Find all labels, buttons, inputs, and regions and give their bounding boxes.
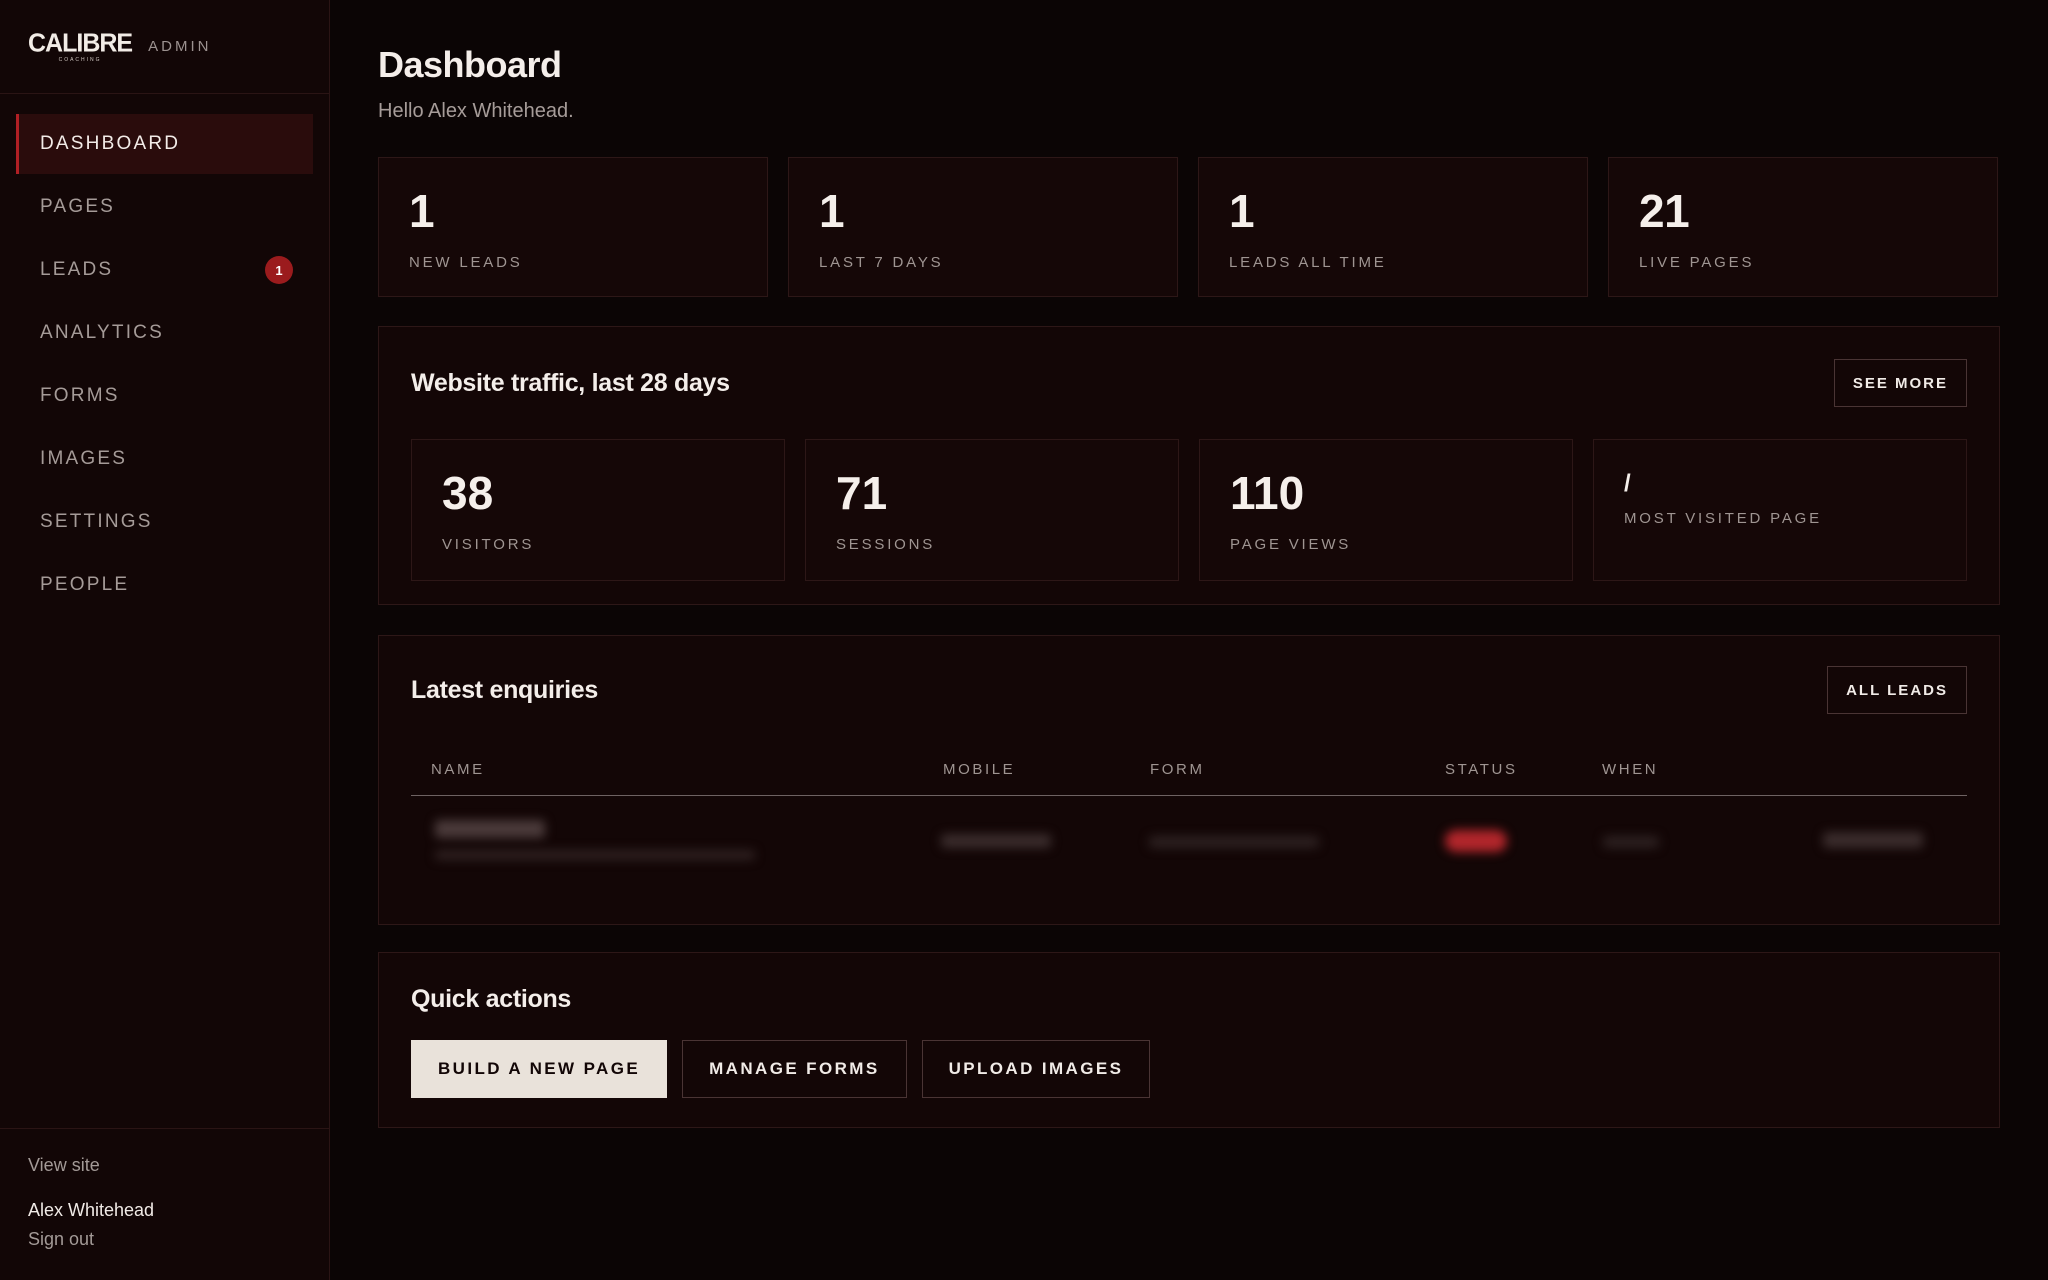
sidebar-item-label: LEADS xyxy=(40,259,114,280)
stat-card-last-7-days: 1 LAST 7 DAYS xyxy=(788,157,1178,297)
metric-label: PAGE VIEWS xyxy=(1230,536,1352,553)
enquiries-panel-header: Latest enquiries ALL LEADS xyxy=(411,636,1967,744)
sidebar-item-settings[interactable]: SETTINGS xyxy=(16,492,313,552)
logo-wordmark: CALIBRE xyxy=(28,27,133,58)
blurred-row-action xyxy=(1823,832,1923,848)
sidebar-item-forms[interactable]: FORMS xyxy=(16,366,313,426)
leads-count-badge: 1 xyxy=(265,256,293,284)
stat-card-live-pages: 21 LIVE PAGES xyxy=(1608,157,1998,297)
metric-card-visitors: 38 VISITORS xyxy=(411,439,785,581)
see-more-button[interactable]: SEE MORE xyxy=(1833,359,1967,407)
page-title: Dashboard xyxy=(378,44,562,85)
all-leads-button[interactable]: ALL LEADS xyxy=(1827,666,1967,714)
metric-value: 38 xyxy=(442,467,494,519)
metric-label: VISITORS xyxy=(442,536,535,553)
sidebar-item-analytics[interactable]: ANALYTICS xyxy=(16,303,313,363)
manage-forms-button[interactable]: MANAGE FORMS xyxy=(682,1040,907,1098)
sidebar-nav: DASHBOARD PAGES LEADS 1 ANALYTICS FORMS … xyxy=(0,94,329,615)
traffic-title: Website traffic, last 28 days xyxy=(411,368,730,397)
stat-label: LEADS ALL TIME xyxy=(1229,254,1387,271)
column-header-mobile: MOBILE xyxy=(943,761,1016,778)
traffic-panel-header: Website traffic, last 28 days SEE MORE xyxy=(411,327,1967,439)
sidebar-item-dashboard[interactable]: DASHBOARD xyxy=(16,114,313,174)
metric-value: / xyxy=(1624,470,1631,497)
view-site-link[interactable]: View site xyxy=(28,1155,301,1176)
sidebar-item-images[interactable]: IMAGES xyxy=(16,429,313,489)
sidebar: CALIBRE COACHING ADMIN DASHBOARD PAGES L… xyxy=(0,0,330,1280)
brand-header: CALIBRE COACHING ADMIN xyxy=(0,0,329,94)
sidebar-item-label: IMAGES xyxy=(40,448,128,469)
latest-enquiries-panel: Latest enquiries ALL LEADS NAME MOBILE F… xyxy=(378,635,2000,925)
table-row[interactable] xyxy=(411,796,1967,896)
sidebar-item-label: PEOPLE xyxy=(40,574,130,595)
metric-value: 71 xyxy=(836,467,888,519)
blurred-lead-detail xyxy=(435,850,755,860)
sidebar-item-label: DASHBOARD xyxy=(40,133,181,154)
stat-value: 1 xyxy=(409,185,435,237)
stat-label: LIVE PAGES xyxy=(1639,254,1755,271)
stat-card-leads-all-time: 1 LEADS ALL TIME xyxy=(1198,157,1588,297)
admin-tag: ADMIN xyxy=(148,38,212,55)
metric-card-sessions: 71 SESSIONS xyxy=(805,439,1179,581)
build-new-page-button[interactable]: BUILD A NEW PAGE xyxy=(411,1040,668,1098)
logo-subtitle: COACHING xyxy=(58,56,102,63)
column-header-status: STATUS xyxy=(1445,761,1518,778)
sidebar-item-people[interactable]: PEOPLE xyxy=(16,555,313,615)
metric-card-page-views: 110 PAGE VIEWS xyxy=(1199,439,1573,581)
blurred-status-badge xyxy=(1445,830,1507,852)
stat-value: 1 xyxy=(819,185,845,237)
sidebar-item-label: ANALYTICS xyxy=(40,322,164,343)
stat-value: 1 xyxy=(1229,185,1255,237)
stat-value: 21 xyxy=(1639,185,1690,237)
main-content: Dashboard Hello Alex Whitehead. 1 NEW LE… xyxy=(378,0,2000,1128)
greeting-text: Hello Alex Whitehead. xyxy=(378,100,574,122)
enquiries-table-header: NAME MOBILE FORM STATUS WHEN xyxy=(411,744,1967,796)
upload-images-button[interactable]: UPLOAD IMAGES xyxy=(921,1040,1151,1098)
current-user-name: Alex Whitehead xyxy=(28,1200,155,1220)
traffic-metrics: 38 VISITORS 71 SESSIONS 110 PAGE VIEWS /… xyxy=(411,439,1967,581)
metric-label: SESSIONS xyxy=(836,536,936,553)
blurred-mobile xyxy=(941,834,1051,848)
sidebar-item-label: SETTINGS xyxy=(40,511,153,532)
metric-value: 110 xyxy=(1230,467,1305,519)
metric-label: MOST VISITED PAGE xyxy=(1624,510,1822,527)
sidebar-footer: View site Alex Whitehead Sign out xyxy=(0,1128,329,1280)
blurred-when xyxy=(1603,836,1659,848)
calibre-logo[interactable]: CALIBRE COACHING xyxy=(28,27,133,63)
column-header-form: FORM xyxy=(1150,761,1205,778)
metric-card-most-visited-page: / MOST VISITED PAGE xyxy=(1593,439,1967,581)
blurred-lead-name xyxy=(435,820,545,838)
stats-row: 1 NEW LEADS 1 LAST 7 DAYS 1 LEADS ALL TI… xyxy=(378,157,2000,297)
stat-card-new-leads: 1 NEW LEADS xyxy=(378,157,768,297)
sidebar-item-pages[interactable]: PAGES xyxy=(16,177,313,237)
sign-out-link[interactable]: Sign out xyxy=(28,1229,301,1250)
stat-label: LAST 7 DAYS xyxy=(819,254,944,271)
blurred-form xyxy=(1149,836,1319,848)
sidebar-item-label: PAGES xyxy=(40,196,116,217)
enquiries-title: Latest enquiries xyxy=(411,675,598,704)
quick-actions-title: Quick actions xyxy=(411,985,572,1013)
column-header-name: NAME xyxy=(431,761,485,778)
sidebar-item-leads[interactable]: LEADS 1 xyxy=(16,240,313,300)
quick-actions-buttons: BUILD A NEW PAGE MANAGE FORMS UPLOAD IMA… xyxy=(411,1040,1967,1098)
column-header-when: WHEN xyxy=(1602,761,1659,778)
quick-actions-panel: Quick actions BUILD A NEW PAGE MANAGE FO… xyxy=(378,952,2000,1128)
website-traffic-panel: Website traffic, last 28 days SEE MORE 3… xyxy=(378,326,2000,605)
sidebar-item-label: FORMS xyxy=(40,385,120,406)
stat-label: NEW LEADS xyxy=(409,254,523,271)
